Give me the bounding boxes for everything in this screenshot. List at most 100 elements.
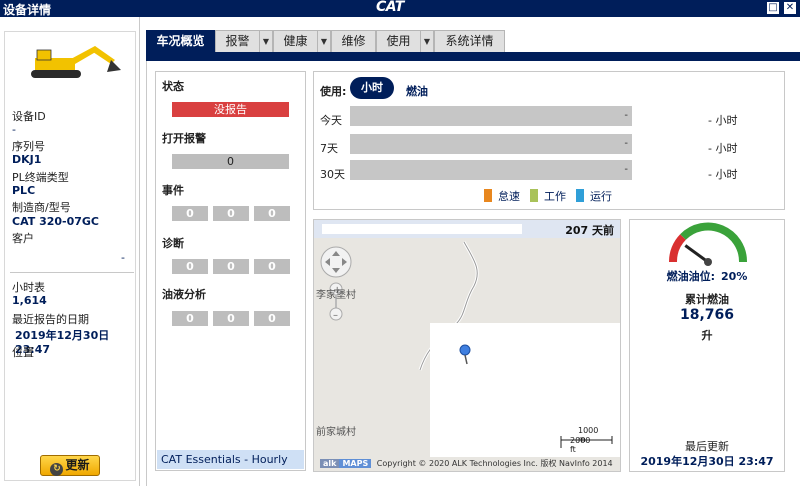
legend-working: 工作 xyxy=(530,188,566,204)
alk-logo: alk xyxy=(320,459,340,468)
diagnostics-heading: 诊断 xyxy=(162,237,184,250)
legend-swatch xyxy=(530,189,538,202)
legend-swatch xyxy=(576,189,584,202)
usage-bar-value: - xyxy=(624,110,628,121)
location-label: 位置 xyxy=(12,346,34,359)
customer-value: - xyxy=(121,251,125,264)
restore-button[interactable]: □ xyxy=(767,2,779,14)
fuel-level-value: 20% xyxy=(721,270,748,283)
usage-row-label: 30天 xyxy=(320,168,345,181)
total-fuel-value: 18,766 xyxy=(679,307,735,323)
status-panel: 状态 没报告 打开报警 0 事件 0 0 0 诊断 0 0 0 油液分析 0 0… xyxy=(155,71,306,471)
pl-type-label: PL终端类型 xyxy=(12,171,69,184)
tab-underline xyxy=(146,52,800,61)
chevron-down-icon[interactable]: ▼ xyxy=(259,31,272,52)
diagnostics-count-high[interactable]: 0 xyxy=(172,259,208,274)
tab-overview-label: 车况概览 xyxy=(156,34,205,48)
refresh-button[interactable]: ↻ 更新 xyxy=(40,455,100,476)
diagnostics-count-low[interactable]: 0 xyxy=(254,259,290,274)
window-title: 设备详情 xyxy=(3,3,52,17)
last-update-value: 2019年12月30日 23:47 xyxy=(640,455,774,468)
serial-label: 序列号 xyxy=(12,140,45,153)
hours-toggle[interactable]: 小时 xyxy=(350,77,394,99)
events-heading: 事件 xyxy=(162,184,184,197)
usage-row-label: 今天 xyxy=(320,114,342,127)
open-alerts-count[interactable]: 0 xyxy=(172,154,289,169)
tab-usage[interactable]: 使用 ▼ xyxy=(376,30,434,52)
tab-health[interactable]: 健康 ▼ xyxy=(273,30,331,52)
scale-imperial: 2000 ft xyxy=(570,436,591,454)
fluid-count-high[interactable]: 0 xyxy=(172,311,208,326)
fluid-analysis-heading: 油液分析 xyxy=(162,288,206,301)
location-pin-icon[interactable] xyxy=(459,344,473,366)
fuel-level: 燃油油位: 20% xyxy=(630,268,784,284)
usage-hours-today: - 小时 xyxy=(708,114,738,127)
equipment-sidebar: 设备ID - 序列号 DKJ1 PL终端类型 PLC 制造商/型号 CAT 32… xyxy=(0,17,140,486)
usage-hours-7days: - 小时 xyxy=(708,142,738,155)
legend-running-label: 运行 xyxy=(590,190,612,203)
tab-bar: 车况概览 报警 ▼ 健康 ▼ 维修 使用 ▼ 系统详情 xyxy=(146,30,800,52)
tab-maintenance[interactable]: 维修 xyxy=(331,30,376,52)
refresh-icon: ↻ xyxy=(50,463,64,476)
map-copyright: alk MAPS Copyright © 2020 ALK Technologie… xyxy=(320,458,613,469)
usage-hours-30days: - 小时 xyxy=(708,168,738,181)
events-count-high[interactable]: 0 xyxy=(172,206,208,221)
title-bar: 设备详情 CAT □ ✕ xyxy=(0,0,800,17)
tab-overview[interactable]: 车况概览 xyxy=(146,30,215,52)
tab-system-details-label: 系统详情 xyxy=(445,34,494,48)
maps-logo: MAPS xyxy=(339,459,372,468)
events-count-medium[interactable]: 0 xyxy=(213,206,249,221)
tab-health-label: 健康 xyxy=(283,34,308,48)
total-fuel-unit: 升 xyxy=(701,329,713,342)
legend-swatch xyxy=(484,189,492,202)
fuel-level-label: 燃油油位: xyxy=(666,270,716,283)
open-alerts-heading: 打开报警 xyxy=(162,132,206,145)
fuel-panel: 燃油油位: 20% 累计燃油 18,766 升 最后更新 2019年12月30日 … xyxy=(629,219,785,472)
map-place-label: 李家堡村 xyxy=(316,290,356,301)
last-update-label: 最后更新 xyxy=(685,440,729,453)
chevron-down-icon[interactable]: ▼ xyxy=(317,31,330,52)
fluid-count-low[interactable]: 0 xyxy=(254,311,290,326)
total-fuel-label: 累计燃油 xyxy=(685,293,729,306)
legend-idle-label: 怠速 xyxy=(498,190,520,203)
usage-panel: 使用: 小时 燃油 今天 - - 小时 7天 - - 小时 30天 - - 小时… xyxy=(313,71,785,210)
map-place-label: 前家城村 xyxy=(316,427,356,438)
make-model-label: 制造商/型号 xyxy=(12,201,71,214)
legend-running: 运行 xyxy=(576,188,612,204)
tab-alerts[interactable]: 报警 ▼ xyxy=(215,30,273,52)
serial-value: DKJ1 xyxy=(12,153,42,166)
cat-logo: CAT xyxy=(376,0,404,15)
tab-usage-label: 使用 xyxy=(386,34,411,48)
usage-bar-30days: - xyxy=(350,160,632,180)
last-report-label: 最近报告的日期 xyxy=(12,313,89,326)
fluid-count-medium[interactable]: 0 xyxy=(213,311,249,326)
legend-working-label: 工作 xyxy=(544,190,566,203)
tab-system-details[interactable]: 系统详情 xyxy=(434,30,505,52)
svg-text:–: – xyxy=(333,310,338,321)
equipment-info-box: 设备ID - 序列号 DKJ1 PL终端类型 PLC 制造商/型号 CAT 32… xyxy=(4,31,136,481)
equipment-id-value: - xyxy=(12,123,16,136)
tab-alerts-label: 报警 xyxy=(225,34,250,48)
hour-meter-label: 小时表 xyxy=(12,281,45,294)
make-model-value: CAT 320-07GC xyxy=(12,215,100,228)
copyright-text: Copyright © 2020 ALK Technologies Inc. 版… xyxy=(376,459,613,468)
chevron-down-icon[interactable]: ▼ xyxy=(420,31,433,52)
events-count-low[interactable]: 0 xyxy=(254,206,290,221)
state-badge: 没报告 xyxy=(172,102,289,117)
pl-type-value: PLC xyxy=(12,184,36,197)
fuel-toggle[interactable]: 燃油 xyxy=(406,83,428,99)
fuel-gauge xyxy=(669,222,748,266)
refresh-label: 更新 xyxy=(65,458,90,472)
diagnostics-count-medium[interactable]: 0 xyxy=(213,259,249,274)
location-map[interactable]: 207 天前 + – 李家堡村 前家城村 1000 m 2000 ft alk M… xyxy=(313,219,621,472)
usage-bar-today: - xyxy=(350,106,632,126)
hour-meter-value: 1,614 xyxy=(12,294,47,307)
tab-maintenance-label: 维修 xyxy=(341,34,366,48)
divider xyxy=(10,272,134,273)
close-button[interactable]: ✕ xyxy=(784,2,796,14)
gauge-needle xyxy=(684,244,709,264)
usage-bar-value: - xyxy=(624,164,628,175)
customer-label: 客户 xyxy=(12,232,34,245)
state-heading: 状态 xyxy=(162,80,184,93)
legend-idle: 怠速 xyxy=(484,188,520,204)
